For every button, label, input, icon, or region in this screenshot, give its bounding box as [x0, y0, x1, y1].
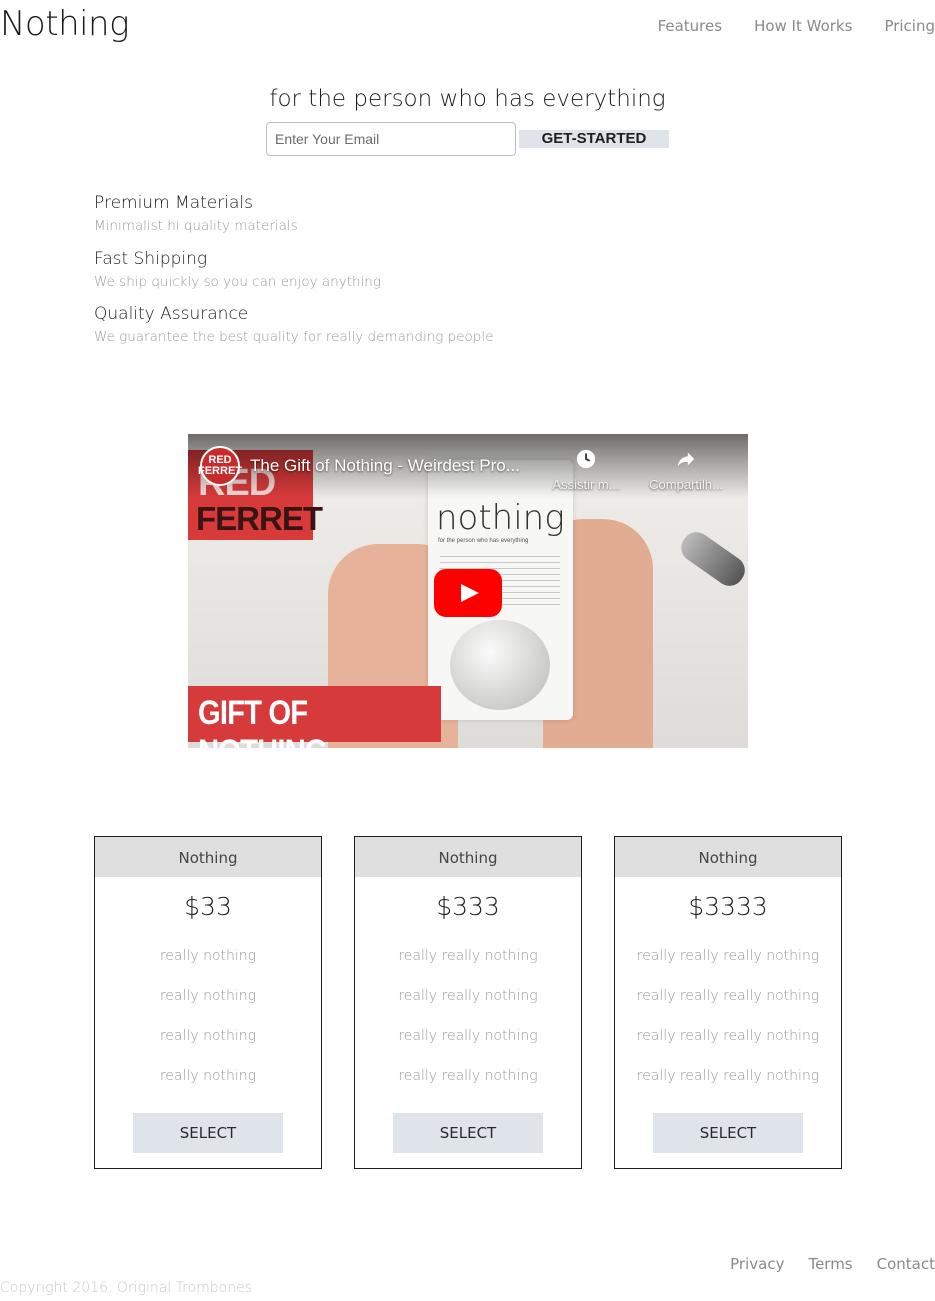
watch-later-button[interactable]: Assistir m... [544, 448, 628, 493]
footer-nav: Privacy Terms Contact [730, 1255, 935, 1273]
footer-link-privacy[interactable]: Privacy [730, 1255, 784, 1273]
channel-avatar-text-bottom: FERRET [198, 465, 242, 477]
share-label: Compartilh... [649, 477, 723, 492]
site-logo[interactable]: Nothing [0, 4, 130, 44]
signup-form: GET-STARTED [266, 122, 670, 156]
copyright-text: Copyright 2016, Original Trombones [0, 1280, 253, 1296]
get-started-button[interactable]: GET-STARTED [519, 130, 669, 148]
hero-title: for the person who has everything [269, 86, 666, 112]
select-plan-button[interactable]: SELECT [133, 1113, 283, 1153]
plan-feature: really really nothing [398, 1028, 538, 1044]
plan-name: Nothing [355, 837, 581, 877]
nav-link-pricing[interactable]: Pricing [884, 17, 935, 35]
site-header: Nothing Features How It Works Pricing [0, 0, 935, 60]
feature-description: We guarantee the best quality for really… [94, 329, 494, 345]
select-plan-button[interactable]: SELECT [393, 1113, 543, 1153]
plan-feature: really nothing [159, 988, 257, 1004]
feature-description: We ship quickly so you can enjoy anythin… [94, 273, 381, 290]
plan-feature: really really really nothing [636, 988, 820, 1004]
plan-price: $3333 [688, 892, 768, 921]
plan-price: $33 [184, 892, 232, 921]
play-button[interactable] [434, 569, 502, 617]
email-input[interactable] [266, 122, 516, 156]
select-plan-button[interactable]: SELECT [653, 1113, 803, 1153]
pricing-section: Nothing $33 really nothing really nothin… [94, 836, 842, 1169]
video-banner-text: GIFT OF NOTHING [198, 694, 328, 748]
plan-name: Nothing [615, 837, 841, 877]
plan-feature: really really really nothing [636, 1068, 820, 1084]
plan-feature: really really nothing [398, 1068, 538, 1084]
video-title[interactable]: The Gift of Nothing - Weirdest Pro... [250, 456, 520, 476]
pricing-card: Nothing $333 really really nothing reall… [354, 836, 582, 1169]
channel-avatar[interactable]: RED FERRET [198, 446, 242, 486]
feature-item: Premium Materials Minimalist hi quality … [94, 192, 794, 248]
plan-name: Nothing [95, 837, 321, 877]
nav-link-how-it-works[interactable]: How It Works [754, 17, 852, 35]
plan-feature: really really nothing [398, 948, 538, 964]
channel-thumb-text-bottom: FERRET [196, 500, 323, 537]
product-tagline: for the person who has everything [438, 538, 529, 544]
plan-features: really nothing really nothing really not… [95, 936, 321, 1096]
plan-price: $333 [436, 892, 500, 921]
watch-later-label: Assistir m... [552, 477, 620, 492]
main-nav: Features How It Works Pricing [658, 17, 935, 35]
feature-item: Fast Shipping We ship quickly so you can… [94, 248, 794, 304]
plan-feature: really really nothing [398, 988, 538, 1004]
plan-features: really really really nothing really real… [615, 936, 841, 1096]
plan-feature: really nothing [159, 1068, 257, 1084]
pricing-card: Nothing $33 really nothing really nothin… [94, 836, 322, 1169]
nav-link-features[interactable]: Features [658, 17, 723, 35]
plan-feature: really nothing [159, 1028, 257, 1044]
feature-title: Fast Shipping [94, 248, 208, 269]
video-banner: GIFT OF NOTHING [188, 686, 441, 748]
footer-link-contact[interactable]: Contact [877, 1255, 935, 1273]
share-icon [677, 452, 695, 467]
footer-link-terms[interactable]: Terms [808, 1255, 852, 1273]
feature-title: Premium Materials [94, 193, 253, 213]
product-dome [450, 620, 550, 710]
plan-features: really really nothing really really noth… [355, 936, 581, 1096]
feature-item: Quality Assurance We guarantee the best … [94, 303, 794, 359]
features-section: Premium Materials Minimalist hi quality … [94, 192, 794, 359]
product-word: nothing [436, 498, 565, 538]
plan-feature: really nothing [159, 948, 257, 964]
feature-title: Quality Assurance [94, 304, 249, 324]
clock-icon [576, 449, 596, 469]
pricing-card: Nothing $3333 really really really nothi… [614, 836, 842, 1169]
share-button[interactable]: Compartilh... [644, 448, 728, 493]
video-embed[interactable]: nothing for the person who has everythin… [188, 434, 748, 748]
feature-description: Minimalist hi quality materials [94, 218, 298, 234]
plan-feature: really really really nothing [636, 1028, 820, 1044]
plan-feature: really really really nothing [636, 948, 820, 964]
